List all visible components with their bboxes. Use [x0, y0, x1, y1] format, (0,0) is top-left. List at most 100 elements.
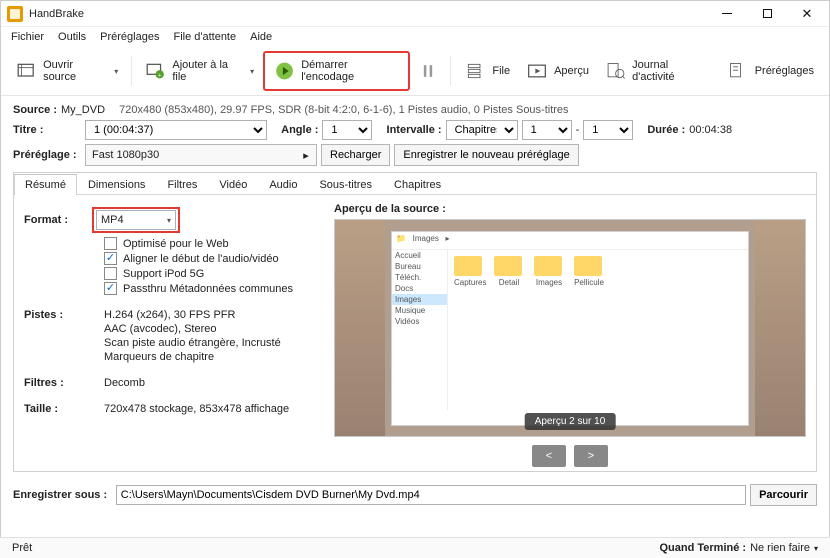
format-value: MP4 [101, 214, 124, 226]
duration-label: Durée : [647, 124, 685, 136]
menu-file-attente[interactable]: File d'attente [167, 29, 242, 45]
tab-chapitres[interactable]: Chapitres [383, 174, 452, 195]
tab-bar: Résumé Dimensions Filtres Vidéo Audio So… [14, 173, 816, 195]
menu-bar: Fichier Outils Préréglages File d'attent… [1, 27, 829, 47]
track-0: H.264 (x264), 30 FPS PFR [104, 309, 235, 321]
menu-fichier[interactable]: Fichier [5, 29, 50, 45]
preview-area: 📁 Images ▸ Accueil Bureau Téléch. Docs I… [334, 219, 806, 437]
browse-button[interactable]: Parcourir [750, 484, 817, 506]
format-label: Format : [24, 214, 84, 226]
range-label: Intervalle : [387, 124, 442, 136]
checkbox-ipod-label: Support iPod 5G [123, 268, 204, 280]
preview-badge: Aperçu 2 sur 10 [525, 413, 616, 430]
queue-button[interactable]: File [457, 56, 517, 86]
checkbox-passthru-meta[interactable]: Passthru Métadonnées communes [104, 282, 324, 295]
menu-outils[interactable]: Outils [52, 29, 92, 45]
title-label: Titre : [13, 124, 81, 136]
format-highlight: MP4 ▾ [92, 207, 180, 233]
start-encode-label: Démarrer l'encodage [301, 59, 399, 83]
source-info: 720x480 (853x480), 29.97 FPS, SDR (8-bit… [119, 104, 568, 116]
add-queue-icon: + [145, 61, 166, 81]
start-encode-highlight: Démarrer l'encodage [263, 51, 410, 91]
preset-value: Fast 1080p30 [92, 149, 159, 161]
checkbox-meta-label: Passthru Métadonnées communes [123, 283, 293, 295]
status-text: Prêt [12, 542, 32, 554]
preview-prev-button[interactable]: < [532, 445, 566, 467]
size-label: Taille : [24, 403, 104, 415]
checkbox-align-av[interactable]: Aligner le début de l'audio/vidéo [104, 252, 324, 265]
save-preset-button[interactable]: Enregistrer le nouveau préréglage [394, 144, 578, 166]
saveas-input[interactable] [116, 485, 746, 505]
duration-value: 00:04:38 [689, 124, 732, 136]
film-open-icon [16, 61, 37, 81]
menu-prereglages[interactable]: Préréglages [94, 29, 165, 45]
range-to-select[interactable]: 1 [583, 120, 633, 140]
minimize-button[interactable] [707, 1, 747, 27]
app-icon [7, 6, 23, 22]
title-select[interactable]: 1 (00:04:37) [85, 120, 267, 140]
presets-label: Préréglages [755, 65, 814, 77]
tab-dimensions[interactable]: Dimensions [77, 174, 156, 195]
range-from-select[interactable]: 1 [522, 120, 572, 140]
preview-frame[interactable]: 📁 Images ▸ Accueil Bureau Téléch. Docs I… [391, 231, 749, 426]
presets-button[interactable]: Préréglages [720, 56, 821, 86]
preset-select[interactable]: Fast 1080p30 ▸ [85, 144, 317, 166]
queue-label: File [492, 65, 510, 77]
tracks-label: Pistes : [24, 309, 104, 321]
add-queue-label: Ajouter à la file [172, 59, 242, 83]
status-bar: Prêt Quand Terminé : Ne rien faire ▾ [0, 537, 830, 558]
tab-video[interactable]: Vidéo [208, 174, 258, 195]
preview-decor-right [755, 220, 805, 436]
maximize-button[interactable] [747, 1, 787, 27]
format-select[interactable]: MP4 ▾ [96, 210, 176, 230]
range-dash: - [576, 124, 580, 136]
checkbox-web-label: Optimisé pour le Web [123, 238, 229, 250]
add-queue-button[interactable]: + Ajouter à la file ▾ [138, 54, 261, 88]
range-type-select[interactable]: Chapitres [446, 120, 518, 140]
when-done-value: Ne rien faire [750, 542, 810, 554]
when-done-label: Quand Terminé : [659, 542, 746, 554]
tab-audio[interactable]: Audio [258, 174, 308, 195]
chevron-down-icon: ▾ [114, 67, 118, 76]
checkbox-web-optimised[interactable]: Optimisé pour le Web [104, 237, 324, 250]
activity-log-button[interactable]: Journal d'activité [598, 54, 718, 88]
app-title: HandBrake [29, 8, 84, 20]
tab-filtres[interactable]: Filtres [156, 174, 208, 195]
toolbar: Ouvrir source ▾ + Ajouter à la file ▾ Dé… [1, 47, 829, 96]
title-bar: HandBrake ✕ [1, 1, 829, 27]
checkbox-align-label: Aligner le début de l'audio/vidéo [123, 253, 279, 265]
tab-resume[interactable]: Résumé [14, 174, 77, 195]
presets-icon [727, 61, 749, 81]
preview-icon [526, 61, 548, 81]
filters-value: Decomb [104, 377, 145, 389]
preview-label: Aperçu [554, 65, 589, 77]
tabset: Résumé Dimensions Filtres Vidéo Audio So… [13, 172, 817, 472]
preview-next-button[interactable]: > [574, 445, 608, 467]
pause-icon [417, 61, 439, 81]
play-icon [274, 61, 295, 81]
start-encode-button[interactable]: Démarrer l'encodage [267, 54, 406, 88]
preset-label: Préréglage : [13, 149, 81, 161]
source-name: My_DVD [61, 104, 105, 116]
track-2: Scan piste audio étrangère, Incrusté [104, 337, 281, 349]
tab-soustitres[interactable]: Sous-titres [308, 174, 383, 195]
preview-button[interactable]: Aperçu [519, 56, 596, 86]
checkbox-ipod5g[interactable]: Support iPod 5G [104, 267, 324, 280]
pause-button[interactable] [412, 56, 444, 86]
preview-label: Aperçu de la source : [334, 203, 806, 215]
source-label: Source : [13, 104, 57, 116]
angle-select[interactable]: 1 [322, 120, 372, 140]
activity-log-label: Journal d'activité [632, 59, 711, 83]
chevron-right-icon: ▸ [296, 149, 316, 162]
open-source-button[interactable]: Ouvrir source ▾ [9, 54, 125, 88]
size-value: 720x478 stockage, 853x478 affichage [104, 403, 289, 415]
svg-text:+: + [158, 73, 162, 79]
reload-preset-button[interactable]: Recharger [321, 144, 390, 166]
close-button[interactable]: ✕ [787, 1, 827, 27]
filters-label: Filtres : [24, 377, 104, 389]
chevron-down-icon[interactable]: ▾ [814, 544, 818, 553]
log-icon [605, 61, 626, 81]
chevron-down-icon: ▾ [250, 67, 254, 76]
menu-aide[interactable]: Aide [244, 29, 278, 45]
window-controls: ✕ [707, 1, 827, 27]
